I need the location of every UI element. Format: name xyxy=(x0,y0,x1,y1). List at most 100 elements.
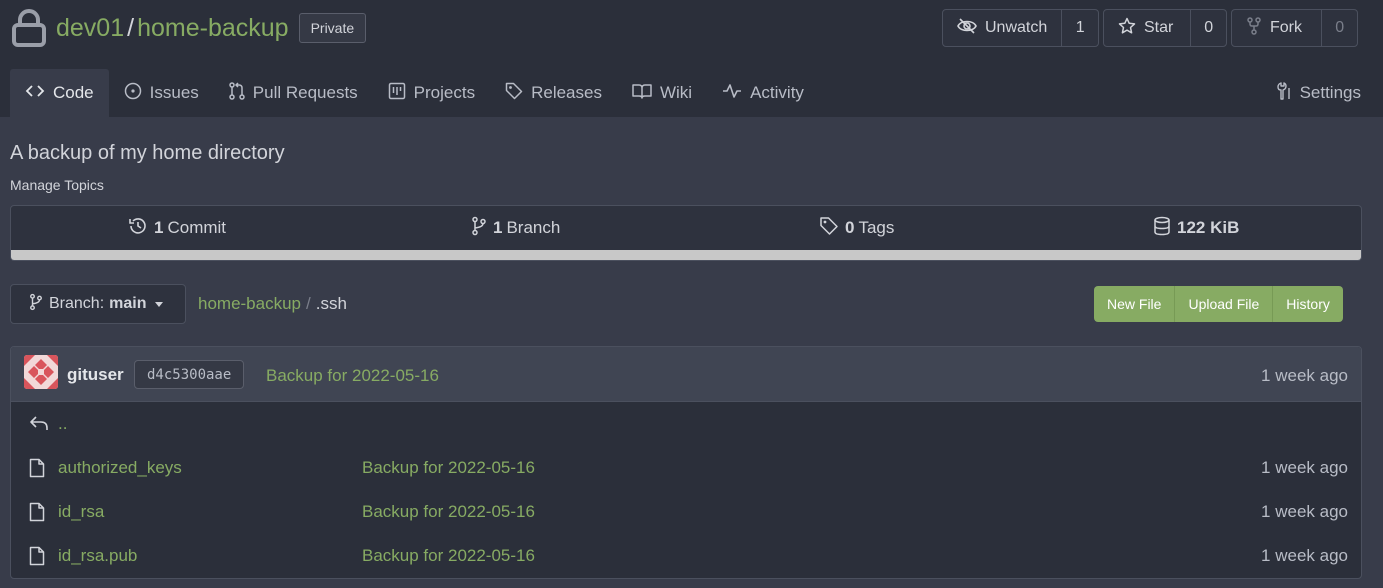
branch-dropdown[interactable]: Branch: main xyxy=(10,284,186,324)
tab-pull-requests-label: Pull Requests xyxy=(252,83,358,102)
file-actions-group: New File Upload File History xyxy=(1094,286,1343,322)
pulse-icon xyxy=(722,83,750,104)
file-name-link[interactable]: authorized_keys xyxy=(58,458,182,478)
tab-pull-requests[interactable]: Pull Requests xyxy=(214,69,373,117)
file-age: 1 week ago xyxy=(1261,546,1348,565)
breadcrumb: home-backup / .ssh xyxy=(198,294,347,314)
repo-name-link[interactable]: home-backup xyxy=(137,14,288,43)
book-icon xyxy=(632,83,660,104)
branch-icon xyxy=(29,293,49,316)
file-commit-message-link[interactable]: Backup for 2022-05-16 xyxy=(362,546,535,566)
file-row: id_rsa Backup for 2022-05-16 1 week ago xyxy=(11,490,1361,534)
file-commit-message-link[interactable]: Backup for 2022-05-16 xyxy=(362,502,535,522)
reply-arrow-icon xyxy=(29,414,49,437)
tab-wiki[interactable]: Wiki xyxy=(617,69,707,117)
tab-issues-label: Issues xyxy=(149,83,199,102)
repo-description: A backup of my home directory xyxy=(10,142,285,164)
eye-slash-icon xyxy=(957,17,985,40)
star-group: Star 0 xyxy=(1103,9,1227,47)
commit-age: 1 week ago xyxy=(1261,366,1348,385)
tag-icon xyxy=(819,216,845,241)
branches-count: 1 xyxy=(493,218,503,237)
file-name-link[interactable]: id_rsa.pub xyxy=(58,546,137,566)
tab-projects[interactable]: Projects xyxy=(373,69,490,117)
tag-icon xyxy=(505,82,531,105)
tab-code[interactable]: Code xyxy=(10,69,109,117)
tab-activity-label: Activity xyxy=(750,83,804,102)
repo-stats-bar: 1 Commit 1 Branch 0 Tags 122 KiB xyxy=(10,205,1362,261)
unwatch-label: Unwatch xyxy=(985,19,1048,36)
avatar[interactable] xyxy=(24,355,58,389)
breadcrumb-current: .ssh xyxy=(315,294,347,313)
commit-message-link[interactable]: Backup for 2022-05-16 xyxy=(266,366,439,386)
branches-label: Branch xyxy=(506,218,561,237)
branch-dropdown-label: Branch: xyxy=(49,295,105,312)
commits-label: Commit xyxy=(167,218,227,237)
branch-dropdown-value: main xyxy=(109,295,147,312)
caret-down-icon xyxy=(155,301,164,307)
repo-header: dev01 / home-backup Private Unwatch 1 St… xyxy=(0,0,1383,117)
tab-releases-label: Releases xyxy=(531,83,602,102)
tab-code-label: Code xyxy=(53,83,94,102)
stars-count[interactable]: 0 xyxy=(1190,10,1226,46)
tab-wiki-label: Wiki xyxy=(659,83,693,102)
commit-sha-label[interactable]: d4c5300aae xyxy=(134,360,245,389)
issue-icon xyxy=(124,82,150,105)
tags-label: Tags xyxy=(858,218,895,237)
tags-stat[interactable]: 0 Tags xyxy=(819,206,894,250)
tab-issues[interactable]: Issues xyxy=(109,69,214,117)
file-icon xyxy=(29,502,45,527)
tab-releases[interactable]: Releases xyxy=(490,69,617,117)
repo-files-table: gituser d4c5300aae Backup for 2022-05-16… xyxy=(10,346,1362,579)
star-icon xyxy=(1118,17,1144,40)
unwatch-group: Unwatch 1 xyxy=(942,9,1099,47)
size-stat[interactable]: 122 KiB xyxy=(1153,206,1243,250)
file-row: id_rsa.pub Backup for 2022-05-16 1 week … xyxy=(11,534,1361,578)
unwatch-button[interactable]: Unwatch xyxy=(943,10,1061,46)
breadcrumb-root-link[interactable]: home-backup xyxy=(198,294,301,314)
lock-icon xyxy=(12,9,46,47)
watchers-count[interactable]: 1 xyxy=(1061,10,1098,46)
file-icon xyxy=(29,458,45,483)
file-name-link[interactable]: id_rsa xyxy=(58,502,104,522)
file-commit-message-link[interactable]: Backup for 2022-05-16 xyxy=(362,458,535,478)
forks-count[interactable]: 0 xyxy=(1321,10,1357,46)
tags-count: 0 xyxy=(845,218,855,237)
repo-tabs: Code Issues Pull Requests Projects Relea… xyxy=(10,69,819,117)
private-badge: Private xyxy=(298,13,367,43)
tools-icon xyxy=(1276,81,1300,105)
commits-stat[interactable]: 1 Commit xyxy=(128,206,226,250)
breadcrumb-separator: / xyxy=(306,294,311,313)
tab-settings[interactable]: Settings xyxy=(1276,69,1361,117)
file-icon xyxy=(29,546,45,571)
fork-label: Fork xyxy=(1270,19,1302,36)
pull-request-icon xyxy=(229,81,253,105)
parent-directory-link[interactable]: .. xyxy=(58,414,67,434)
commit-author[interactable]: gituser xyxy=(67,365,124,385)
repo-path-separator: / xyxy=(127,13,135,42)
parent-directory-row[interactable]: .. xyxy=(11,402,1361,446)
manage-topics-link[interactable]: Manage Topics xyxy=(10,177,104,193)
fork-group: Fork 0 xyxy=(1231,9,1358,47)
fork-icon xyxy=(1246,16,1270,40)
branches-stat[interactable]: 1 Branch xyxy=(471,206,560,250)
tab-activity[interactable]: Activity xyxy=(707,69,819,117)
project-board-icon xyxy=(388,82,414,105)
tab-projects-label: Projects xyxy=(413,83,476,102)
latest-commit-row: gituser d4c5300aae Backup for 2022-05-16… xyxy=(11,347,1361,402)
language-bar[interactable] xyxy=(11,250,1361,260)
star-button[interactable]: Star xyxy=(1104,10,1190,46)
fork-button[interactable]: Fork xyxy=(1232,10,1321,46)
file-age: 1 week ago xyxy=(1261,458,1348,477)
history-button[interactable]: History xyxy=(1272,286,1343,322)
new-file-button[interactable]: New File xyxy=(1094,286,1174,322)
file-row: authorized_keys Backup for 2022-05-16 1 … xyxy=(11,446,1361,490)
repo-owner-link[interactable]: dev01 xyxy=(56,14,124,43)
repo-size: 122 KiB xyxy=(1177,218,1240,237)
history-icon xyxy=(128,216,154,241)
database-icon xyxy=(1153,216,1177,241)
upload-file-button[interactable]: Upload File xyxy=(1174,286,1272,322)
tab-settings-label: Settings xyxy=(1299,83,1361,102)
commits-count: 1 xyxy=(154,218,164,237)
branch-icon xyxy=(471,216,493,241)
